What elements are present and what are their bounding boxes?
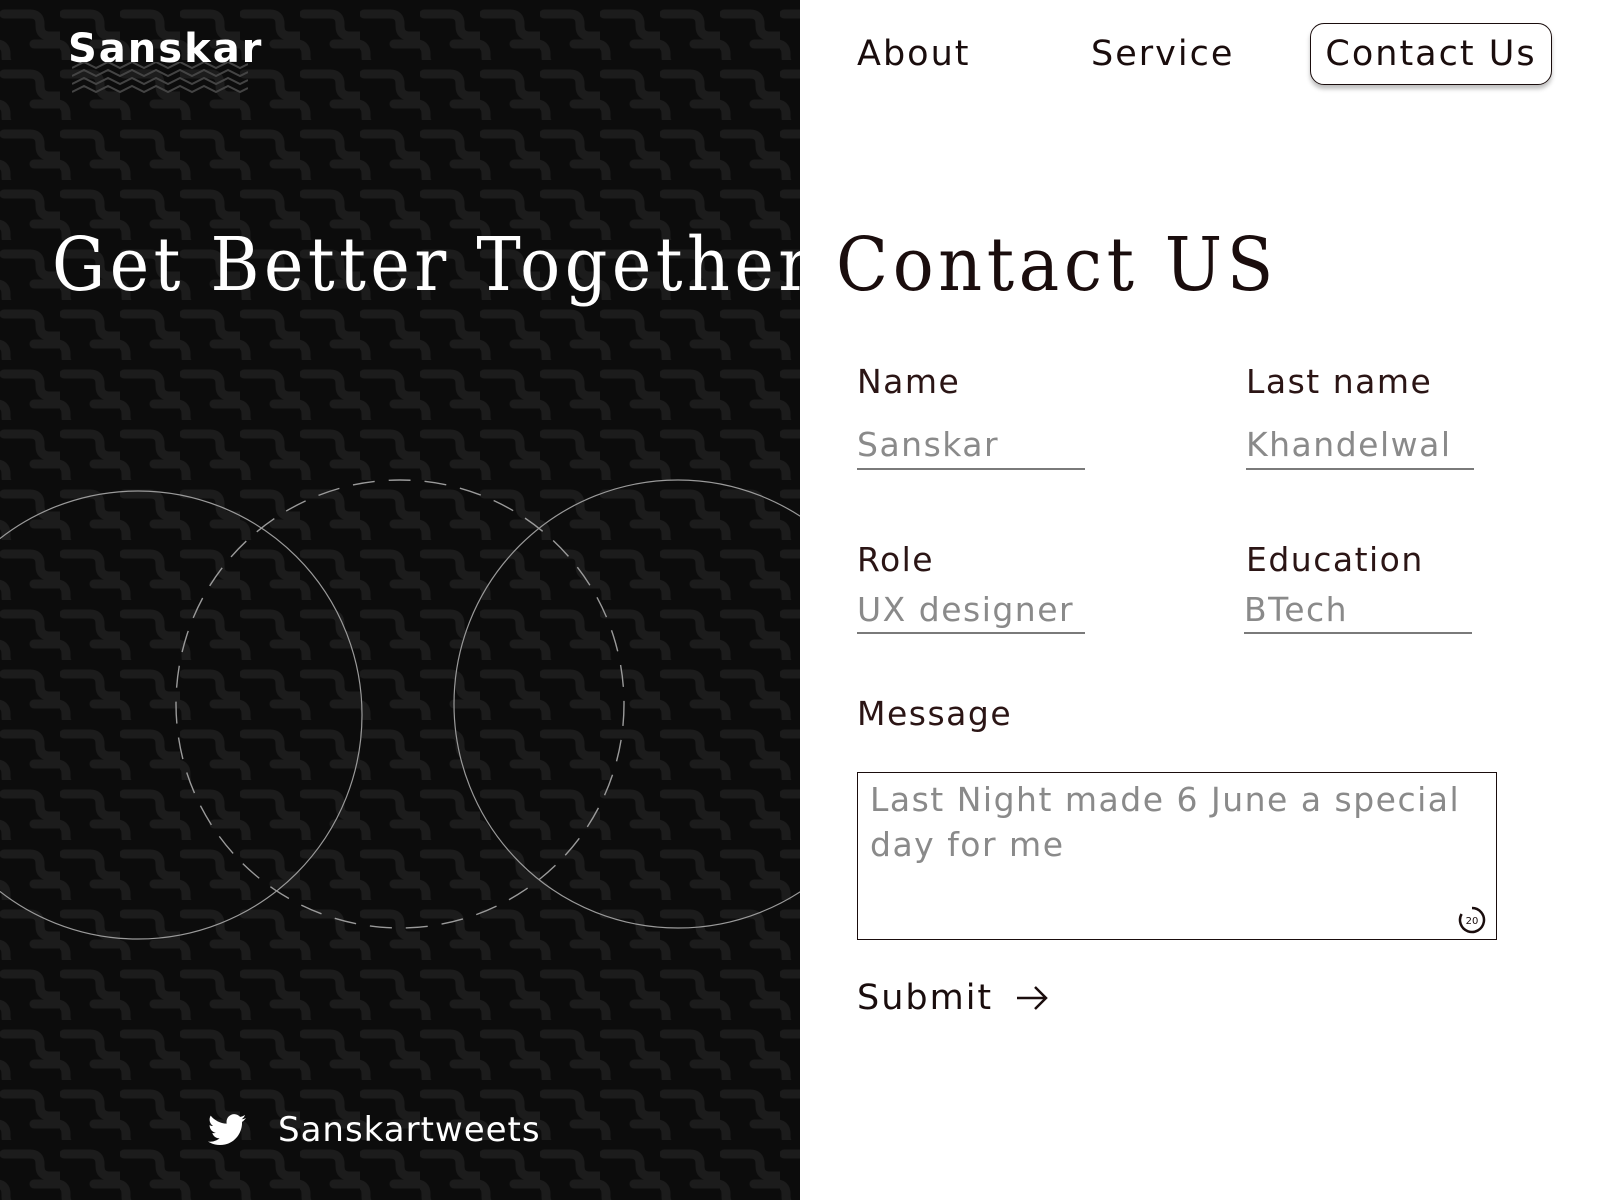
circle-left	[0, 490, 363, 940]
name-label: Name	[857, 362, 961, 401]
nav-about-link[interactable]: About	[857, 34, 970, 74]
twitter-icon[interactable]	[208, 1114, 246, 1146]
name-input[interactable]	[857, 422, 1085, 470]
role-label: Role	[857, 540, 935, 579]
character-counter-value: 20	[1466, 916, 1479, 927]
message-label: Message	[857, 694, 1013, 733]
decorative-circles	[0, 479, 800, 940]
social-link[interactable]: Sanskartweets	[208, 1110, 541, 1150]
contact-form-title: Contact US	[836, 222, 1279, 308]
hero-title: Get Better Together	[52, 222, 800, 308]
nav-contact-button[interactable]: Contact Us	[1310, 23, 1552, 85]
role-input[interactable]	[857, 588, 1085, 634]
submit-button[interactable]: Submit	[857, 978, 1049, 1018]
character-counter: 20	[1458, 906, 1486, 934]
twitter-handle[interactable]: Sanskartweets	[278, 1110, 541, 1150]
education-input[interactable]	[1244, 588, 1472, 634]
circle-dashed	[175, 479, 625, 929]
logo-zigzag-decoration	[72, 62, 248, 94]
education-label: Education	[1246, 540, 1424, 579]
last-name-input[interactable]	[1246, 422, 1474, 470]
nav-service-link[interactable]: Service	[1091, 34, 1234, 74]
message-textarea[interactable]: Last Night made 6 June a special day for…	[857, 772, 1497, 940]
left-hero-panel: Sanskar Get Better Together Sanskartweet…	[0, 0, 800, 1200]
circle-right	[453, 479, 800, 929]
submit-label: Submit	[857, 978, 994, 1018]
arrow-right-icon	[1017, 986, 1048, 1010]
last-name-label: Last name	[1246, 362, 1433, 401]
